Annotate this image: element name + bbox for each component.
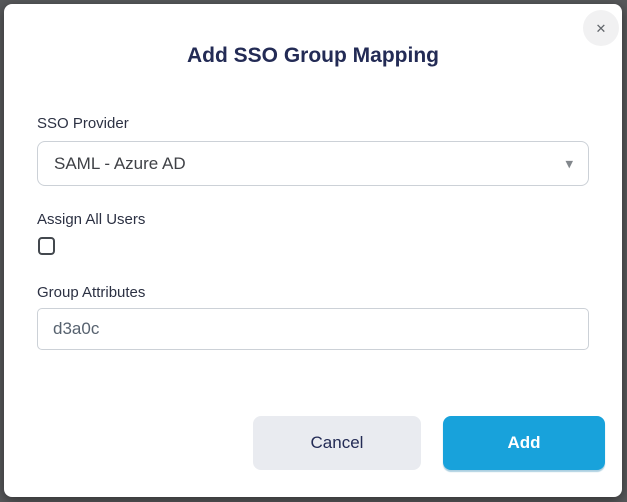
close-icon: ✕: [596, 22, 607, 35]
cancel-button[interactable]: Cancel: [253, 416, 421, 470]
assign-all-users-label: Assign All Users: [37, 210, 589, 230]
dialog-footer: Cancel Add: [37, 416, 605, 470]
add-sso-group-mapping-dialog: ✕ Add SSO Group Mapping SSO Provider SAM…: [4, 4, 622, 497]
sso-provider-label: SSO Provider: [37, 114, 589, 134]
dialog-body: SSO Provider SAML - Azure AD ▾ Assign Al…: [4, 114, 622, 470]
group-attributes-label: Group Attributes: [37, 283, 589, 303]
dialog-title: Add SSO Group Mapping: [4, 42, 622, 70]
group-attributes-input[interactable]: [37, 308, 589, 350]
assign-all-users-checkbox[interactable]: [38, 237, 55, 255]
close-button[interactable]: ✕: [583, 10, 619, 46]
sso-provider-select[interactable]: SAML - Azure AD: [37, 141, 589, 186]
add-button[interactable]: Add: [443, 416, 605, 470]
sso-provider-select-wrapper: SAML - Azure AD ▾: [37, 141, 589, 186]
